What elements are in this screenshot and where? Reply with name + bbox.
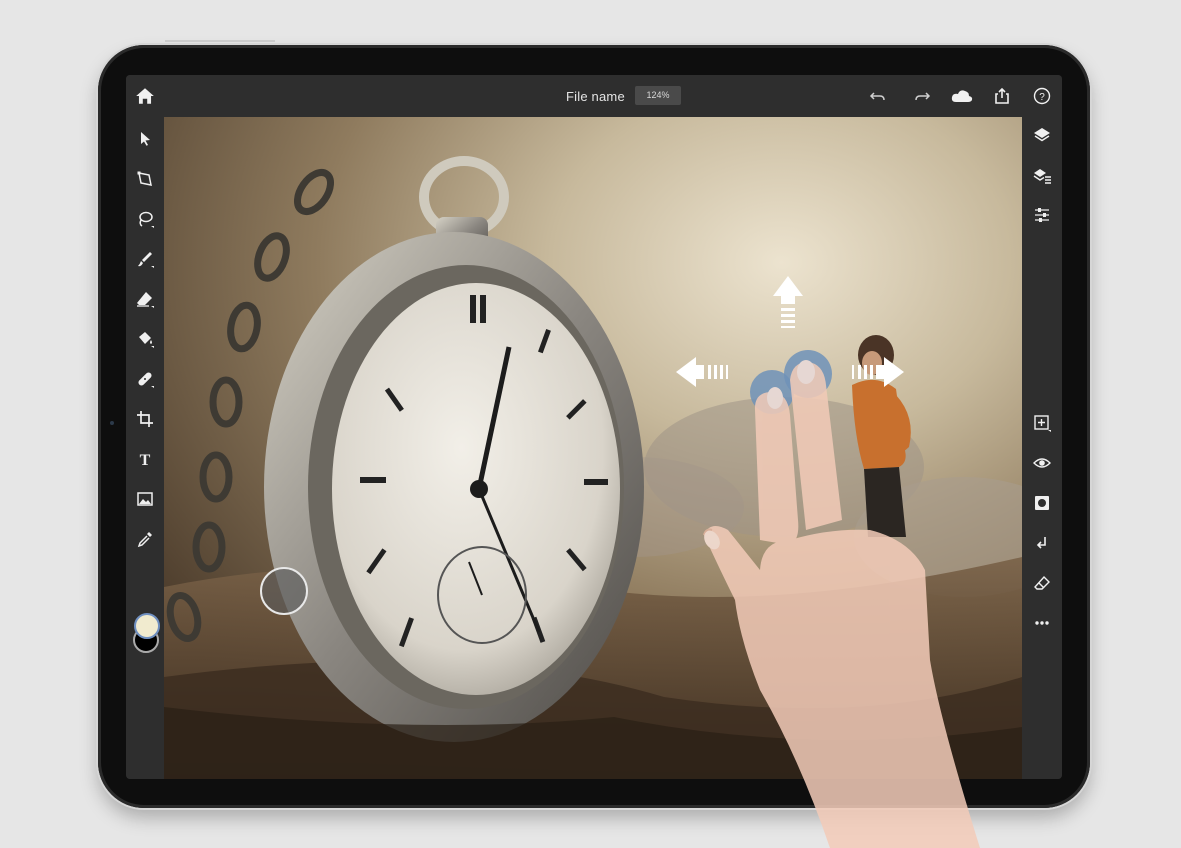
share-icon[interactable] <box>992 86 1012 106</box>
image-canvas[interactable] <box>164 117 1022 779</box>
select-icon[interactable] <box>135 129 155 149</box>
lasso-icon[interactable] <box>135 209 155 229</box>
more-icon[interactable] <box>1032 613 1052 633</box>
zoom-level-badge[interactable]: 124% <box>635 86 681 105</box>
eyedropper-icon[interactable] <box>135 529 155 549</box>
camera-icon <box>110 421 114 425</box>
brush-cursor <box>260 567 308 615</box>
eraser-icon[interactable] <box>135 289 155 309</box>
cloud-icon[interactable] <box>950 86 974 106</box>
transform-icon[interactable] <box>135 169 155 189</box>
crop-icon[interactable] <box>135 409 155 429</box>
brush-icon[interactable] <box>135 249 155 269</box>
top-toolbar: File name 124% ? <box>126 75 1062 117</box>
canvas-photo <box>164 117 1022 779</box>
file-name-label[interactable]: File name <box>566 89 625 104</box>
foreground-color-swatch[interactable] <box>134 613 160 639</box>
adjustments-icon[interactable] <box>1032 205 1052 225</box>
help-icon[interactable]: ? <box>1032 86 1052 106</box>
mask-icon[interactable] <box>1032 493 1052 513</box>
page: File name 124% ? T <box>0 0 1181 848</box>
left-toolbar: T <box>126 117 164 779</box>
visibility-icon[interactable] <box>1032 453 1052 473</box>
clip-icon[interactable] <box>1032 533 1052 553</box>
healing-icon[interactable] <box>135 369 155 389</box>
layer-properties-icon[interactable] <box>1032 165 1052 185</box>
erase-layer-icon[interactable] <box>1032 573 1052 593</box>
layers-icon[interactable] <box>1032 125 1052 145</box>
svg-text:T: T <box>140 452 151 469</box>
redo-icon[interactable] <box>912 86 932 106</box>
image-icon[interactable] <box>135 489 155 509</box>
fill-icon[interactable] <box>135 329 155 349</box>
add-layer-icon[interactable] <box>1032 413 1052 433</box>
right-toolbar <box>1022 117 1062 779</box>
home-icon[interactable] <box>134 85 156 107</box>
text-icon[interactable]: T <box>135 449 155 469</box>
app-screen: File name 124% ? T <box>126 75 1062 779</box>
svg-text:?: ? <box>1039 92 1045 103</box>
tablet-frame: File name 124% ? T <box>98 45 1090 808</box>
undo-icon[interactable] <box>868 86 888 106</box>
